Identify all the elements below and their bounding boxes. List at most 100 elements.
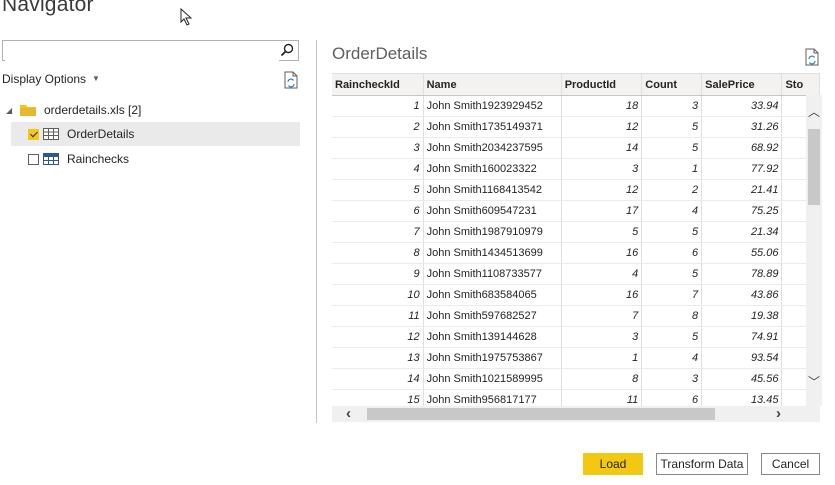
mouse-cursor-icon [180, 8, 193, 26]
transform-data-button[interactable]: Transform Data [656, 453, 748, 475]
column-header[interactable]: SalePrice [701, 74, 783, 96]
table-cell: John Smith609547231 [423, 200, 562, 222]
table-cell: 4 [561, 263, 643, 285]
table-cell: John Smith683584065 [423, 284, 562, 306]
table-row: 13 John Smith1975753867 1 4 93.54 [332, 347, 820, 369]
table-row: 9 John Smith1108733577 4 5 78.89 [332, 263, 820, 285]
table-cell: 17 [561, 200, 643, 222]
column-header[interactable]: Sto [781, 74, 820, 96]
table-cell: 2 [641, 179, 703, 201]
table-cell: John Smith1735149371 [423, 116, 562, 138]
table-header-row: RaincheckId Name ProductId Count SalePrice St… [332, 74, 820, 96]
table-cell: 5 [641, 263, 703, 285]
table-cell: 45.56 [701, 368, 783, 390]
table-cell: 12 [561, 116, 643, 138]
column-header[interactable]: ProductId [561, 74, 643, 96]
table-cell: John Smith1923929452 [423, 95, 562, 117]
tree-item-rainchecks[interactable]: Rainchecks [11, 147, 300, 171]
table-row: 7 John Smith1987910979 5 5 21.34 [332, 221, 820, 243]
table-cell: 7 [332, 221, 424, 243]
table-cell: 77.92 [701, 158, 783, 180]
table-cell: 43.86 [701, 284, 783, 306]
table-cell: 33.94 [701, 95, 783, 117]
refresh-preview-icon[interactable] [804, 48, 820, 66]
table-cell: 16 [561, 284, 643, 306]
table-cell: 13.45 [701, 389, 783, 407]
table-cell: 5 [641, 326, 703, 348]
tree-item-label: Rainchecks [67, 152, 130, 166]
table-cell: 14 [332, 368, 424, 390]
table-cell: 5 [641, 221, 703, 243]
table-row: 6 John Smith609547231 17 4 75.25 [332, 200, 820, 222]
table-cell: 6 [332, 200, 424, 222]
table-cell: 8 [561, 368, 643, 390]
collapse-triangle-icon[interactable]: ◢ [6, 106, 16, 115]
table-cell: John Smith1108733577 [423, 263, 562, 285]
refresh-icon[interactable] [283, 71, 299, 89]
checkbox-rainchecks[interactable] [28, 153, 39, 165]
search-box[interactable] [2, 40, 299, 61]
table-cell: 55.06 [701, 242, 783, 264]
table-row: 1 John Smith1923929452 18 3 33.94 [332, 95, 820, 117]
table-cell: John Smith1434513699 [423, 242, 562, 264]
table-row: 8 John Smith1434513699 16 6 55.06 [332, 242, 820, 264]
table-cell: John Smith597682527 [423, 305, 562, 327]
table-cell: 1 [332, 95, 424, 117]
table-cell: 16 [561, 242, 643, 264]
preview-grid[interactable]: RaincheckId Name ProductId Count SalePrice St… [332, 73, 820, 407]
table-cell: 13 [332, 347, 424, 369]
table-cell: 12 [332, 326, 424, 348]
load-button[interactable]: Load [583, 453, 643, 475]
table-cell: 93.54 [701, 347, 783, 369]
checkbox-orderdetails[interactable] [28, 128, 39, 140]
table-cell: 78.89 [701, 263, 783, 285]
table-cell: 8 [641, 305, 703, 327]
table-row: 4 John Smith160023322 3 1 77.92 [332, 158, 820, 180]
column-header[interactable]: Count [641, 74, 703, 96]
table-cell: 5 [332, 179, 424, 201]
table-cell: John Smith1975753867 [423, 347, 562, 369]
table-cell: 31.26 [701, 116, 783, 138]
tree-item-orderdetails[interactable]: OrderDetails [11, 122, 300, 146]
table-cell: 6 [641, 242, 703, 264]
table-cell: 12 [561, 179, 643, 201]
table-cell: John Smith956817177 [423, 389, 562, 407]
horizontal-scroll-thumb[interactable] [367, 408, 715, 420]
pane-divider[interactable] [316, 40, 317, 423]
table-cell: 5 [641, 116, 703, 138]
search-input[interactable] [5, 42, 279, 61]
scroll-up-icon[interactable]: ︿ [808, 103, 820, 120]
column-header[interactable]: RaincheckId [332, 74, 424, 96]
table-row: 2 John Smith1735149371 12 5 31.26 [332, 116, 820, 138]
vertical-scroll-thumb[interactable] [808, 129, 820, 205]
cancel-button[interactable]: Cancel [761, 453, 820, 475]
vertical-scrollbar[interactable]: ︿ ﹀ [806, 95, 822, 406]
table-cell: 3 [641, 368, 703, 390]
table-cell: 11 [332, 305, 424, 327]
display-options-dropdown[interactable]: Display Options ▼ [2, 72, 100, 86]
search-icon[interactable] [280, 43, 294, 57]
tree-root-file[interactable]: ◢ orderdetails.xls [2] [6, 100, 300, 120]
table-cell: John Smith1021589995 [423, 368, 562, 390]
table-cell: 11 [561, 389, 643, 407]
table-cell: 7 [641, 284, 703, 306]
table-cell: 21.34 [701, 221, 783, 243]
scroll-right-icon[interactable]: › [776, 405, 781, 422]
column-header[interactable]: Name [423, 74, 562, 96]
table-row: 14 John Smith1021589995 8 3 45.56 [332, 368, 820, 390]
scroll-down-icon[interactable]: ﹀ [808, 373, 820, 390]
table-row: 12 John Smith139144628 3 5 74.91 [332, 326, 820, 348]
horizontal-scrollbar[interactable]: ‹ › [332, 405, 820, 422]
table-cell: 2 [332, 116, 424, 138]
table-cell: 6 [641, 389, 703, 407]
table-cell: 3 [561, 158, 643, 180]
table-cell: 1 [561, 347, 643, 369]
table-row: 11 John Smith597682527 7 8 19.38 [332, 305, 820, 327]
tree-root-label: orderdetails.xls [2] [44, 103, 142, 117]
table-row: 3 John Smith2034237595 14 5 68.92 [332, 137, 820, 159]
table-icon [43, 153, 59, 165]
table-cell: John Smith1168413542 [423, 179, 562, 201]
scroll-left-icon[interactable]: ‹ [346, 405, 351, 422]
table-cell: 74.91 [701, 326, 783, 348]
table-cell: 3 [561, 326, 643, 348]
